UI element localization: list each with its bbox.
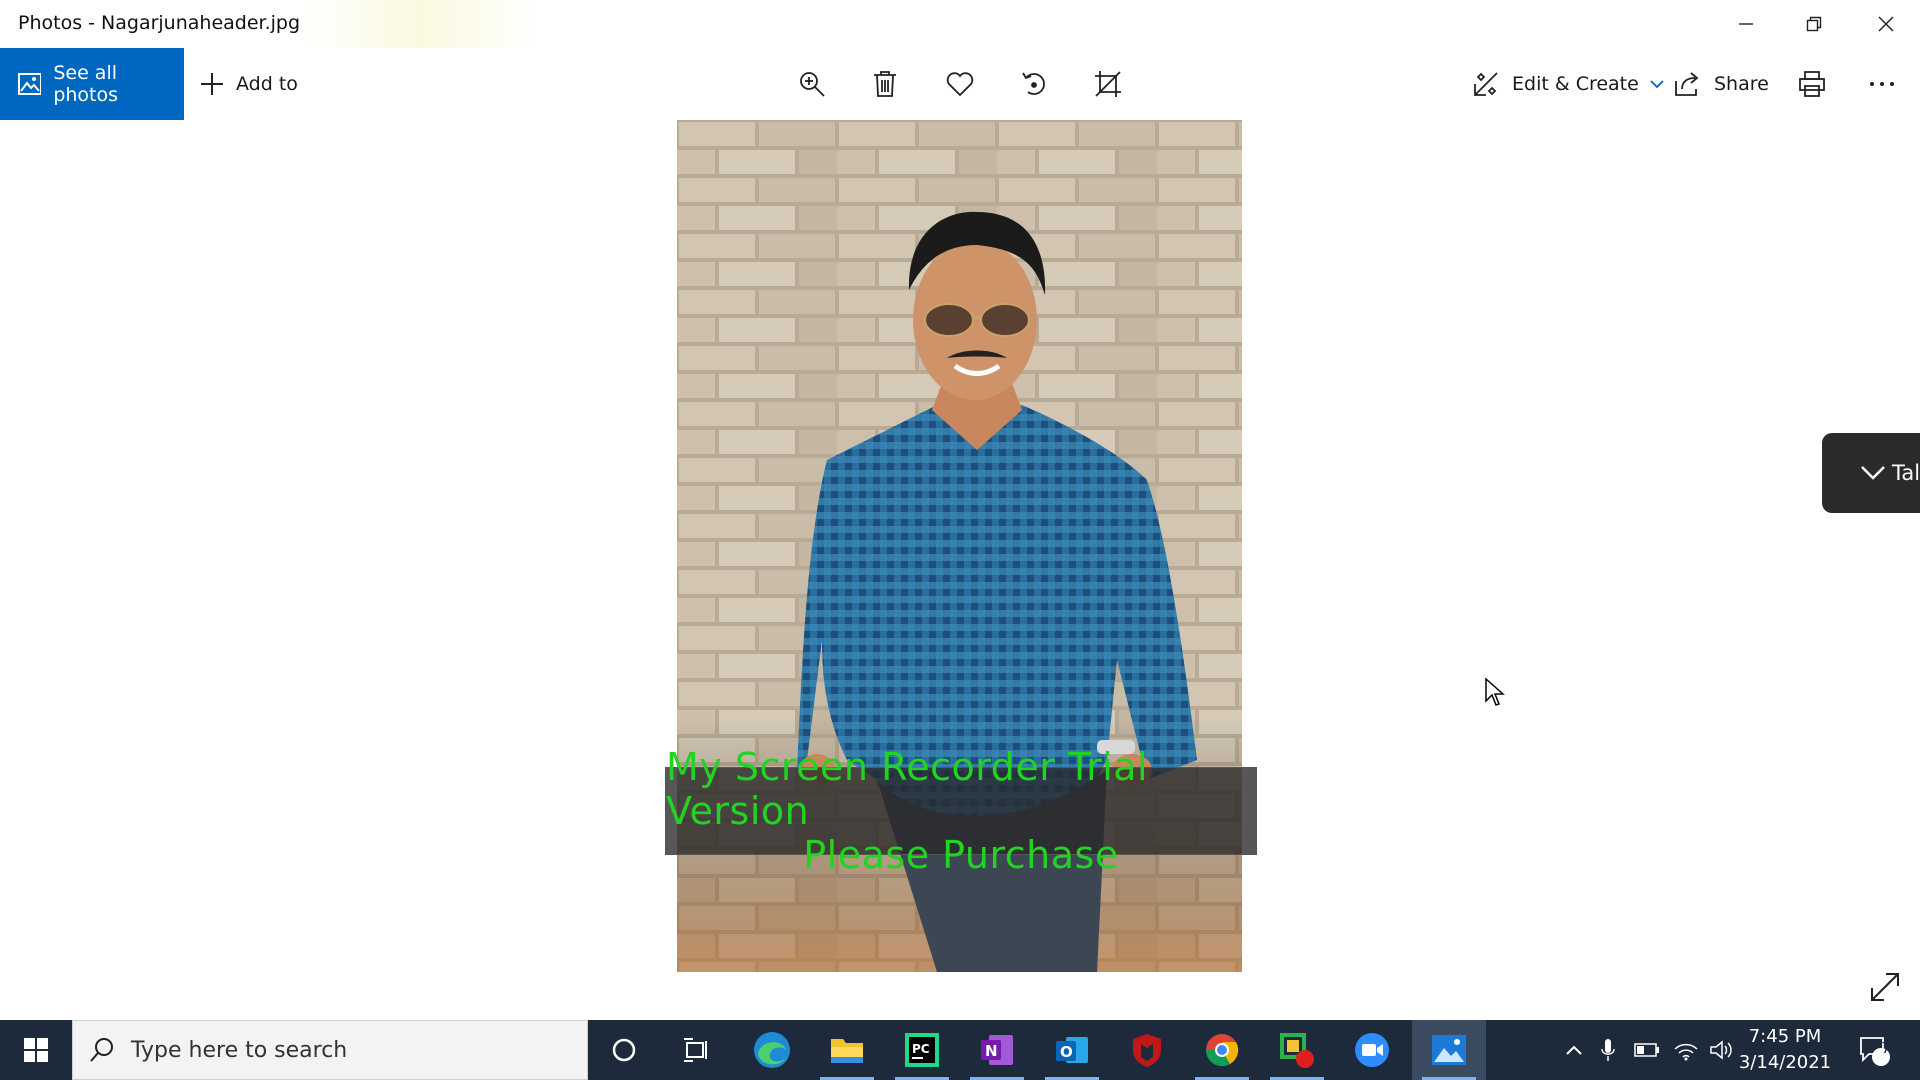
trash-icon <box>874 71 896 97</box>
search-placeholder: Type here to search <box>131 1037 348 1063</box>
clock-time: 7:45 PM <box>1748 1026 1822 1047</box>
photos-app-icon <box>1432 1035 1466 1065</box>
mcafee-shield-icon <box>1133 1034 1161 1067</box>
search-icon <box>90 1038 113 1062</box>
wifi-tray-icon[interactable] <box>1670 1020 1702 1080</box>
watermark-line-1: My Screen Recorder Trial Version <box>666 745 1149 833</box>
edit-create-icon <box>1474 72 1498 96</box>
add-to-button[interactable]: Add to <box>200 48 298 120</box>
microphone-tray-icon[interactable] <box>1596 1020 1620 1080</box>
battery-tray-icon[interactable] <box>1630 1020 1664 1080</box>
taskbar-onenote[interactable]: N <box>960 1020 1034 1080</box>
svg-text:O: O <box>1060 1043 1073 1061</box>
cortana-icon <box>612 1038 636 1062</box>
windows-icon <box>24 1038 48 1062</box>
title-bar: Photos - Nagarjunaheader.jpg <box>0 0 1920 48</box>
command-bar: See all photos Add to Edit & Create Shar… <box>0 48 1920 120</box>
taskbar-file-explorer[interactable] <box>810 1020 884 1080</box>
share-button[interactable]: Share <box>1674 48 1769 120</box>
minimize-button[interactable] <box>1712 0 1780 48</box>
svg-text:N: N <box>985 1042 998 1060</box>
battery-icon <box>1634 1043 1659 1057</box>
zoom-video-icon <box>1355 1033 1389 1067</box>
talk-overlay-button[interactable]: Talk <box>1822 433 1920 513</box>
taskbar-screen-recorder[interactable] <box>1260 1020 1334 1080</box>
delete-button[interactable] <box>865 64 905 104</box>
task-view-icon <box>684 1038 707 1062</box>
recorder-watermark: My Screen Recorder Trial Version Please … <box>665 745 1257 877</box>
edit-create-button[interactable]: Edit & Create <box>1472 48 1665 120</box>
wifi-icon <box>1674 1043 1698 1061</box>
rotate-icon <box>1022 72 1045 95</box>
see-all-photos-label: See all photos <box>53 62 119 106</box>
photos-icon <box>18 73 42 95</box>
share-label: Share <box>1714 73 1769 95</box>
plus-icon <box>201 73 223 95</box>
chrome-icon <box>1205 1034 1239 1067</box>
microphone-icon <box>1601 1039 1615 1061</box>
taskbar-search-box[interactable]: Type here to search <box>72 1020 588 1080</box>
taskbar-photos[interactable] <box>1412 1020 1486 1080</box>
pycharm-icon: PC <box>905 1033 939 1067</box>
chevron-up-icon <box>1566 1045 1582 1055</box>
taskbar-mcafee[interactable] <box>1110 1020 1184 1080</box>
taskbar: Type here to search PC N O 7:45 PM 3/14/… <box>0 1020 1920 1080</box>
speaker-icon <box>1710 1040 1732 1060</box>
taskbar-pycharm[interactable]: PC <box>885 1020 959 1080</box>
see-all-photos-button[interactable]: See all photos <box>0 48 184 120</box>
clock-date: 3/14/2021 <box>1738 1052 1832 1073</box>
folder-icon <box>831 1039 863 1063</box>
more-icon <box>1870 82 1894 86</box>
edge-icon <box>754 1032 790 1068</box>
heart-icon <box>946 72 974 97</box>
volume-tray-icon[interactable] <box>1706 1020 1736 1080</box>
taskbar-chrome[interactable] <box>1185 1020 1259 1080</box>
share-icon <box>1675 72 1699 96</box>
mouse-cursor <box>1485 677 1505 706</box>
crop-icon <box>1095 71 1121 97</box>
zoom-button[interactable] <box>792 64 832 104</box>
crop-button[interactable] <box>1088 64 1128 104</box>
title-bar-glow <box>300 0 540 48</box>
chevron-down-icon <box>1861 466 1885 480</box>
rotate-button[interactable] <box>1014 64 1054 104</box>
onenote-icon: N <box>981 1035 1013 1065</box>
task-view-button[interactable] <box>660 1020 734 1080</box>
action-center-button[interactable]: 7 <box>1852 1020 1896 1080</box>
talk-label: Talk <box>1892 461 1920 485</box>
system-clock[interactable]: 7:45 PM 3/14/2021 <box>1738 1024 1832 1076</box>
outlook-icon: O <box>1056 1037 1088 1063</box>
close-button[interactable] <box>1852 0 1920 48</box>
cortana-button[interactable] <box>587 1020 661 1080</box>
print-icon <box>1799 71 1825 97</box>
taskbar-zoom[interactable] <box>1335 1020 1409 1080</box>
zoom-icon <box>800 72 825 97</box>
print-button[interactable] <box>1798 48 1826 120</box>
screen-recorder-icon <box>1280 1033 1314 1068</box>
notification-count: 7 <box>1881 1039 1891 1057</box>
chevron-down-icon <box>1650 80 1664 89</box>
restore-button[interactable] <box>1780 0 1848 48</box>
expand-icon[interactable] <box>1868 970 1902 1004</box>
favorite-button[interactable] <box>940 64 980 104</box>
svg-text:PC: PC <box>912 1042 930 1056</box>
taskbar-outlook[interactable]: O <box>1035 1020 1109 1080</box>
window-title: Photos - Nagarjunaheader.jpg <box>18 12 301 34</box>
start-button[interactable] <box>0 1020 72 1080</box>
watermark-line-2: Please Purchase <box>803 833 1119 877</box>
taskbar-edge[interactable] <box>735 1020 809 1080</box>
show-hidden-icons-button[interactable] <box>1560 1020 1588 1080</box>
edit-create-label: Edit & Create <box>1512 73 1639 95</box>
add-to-label: Add to <box>236 73 298 95</box>
more-options-button[interactable] <box>1868 48 1896 120</box>
